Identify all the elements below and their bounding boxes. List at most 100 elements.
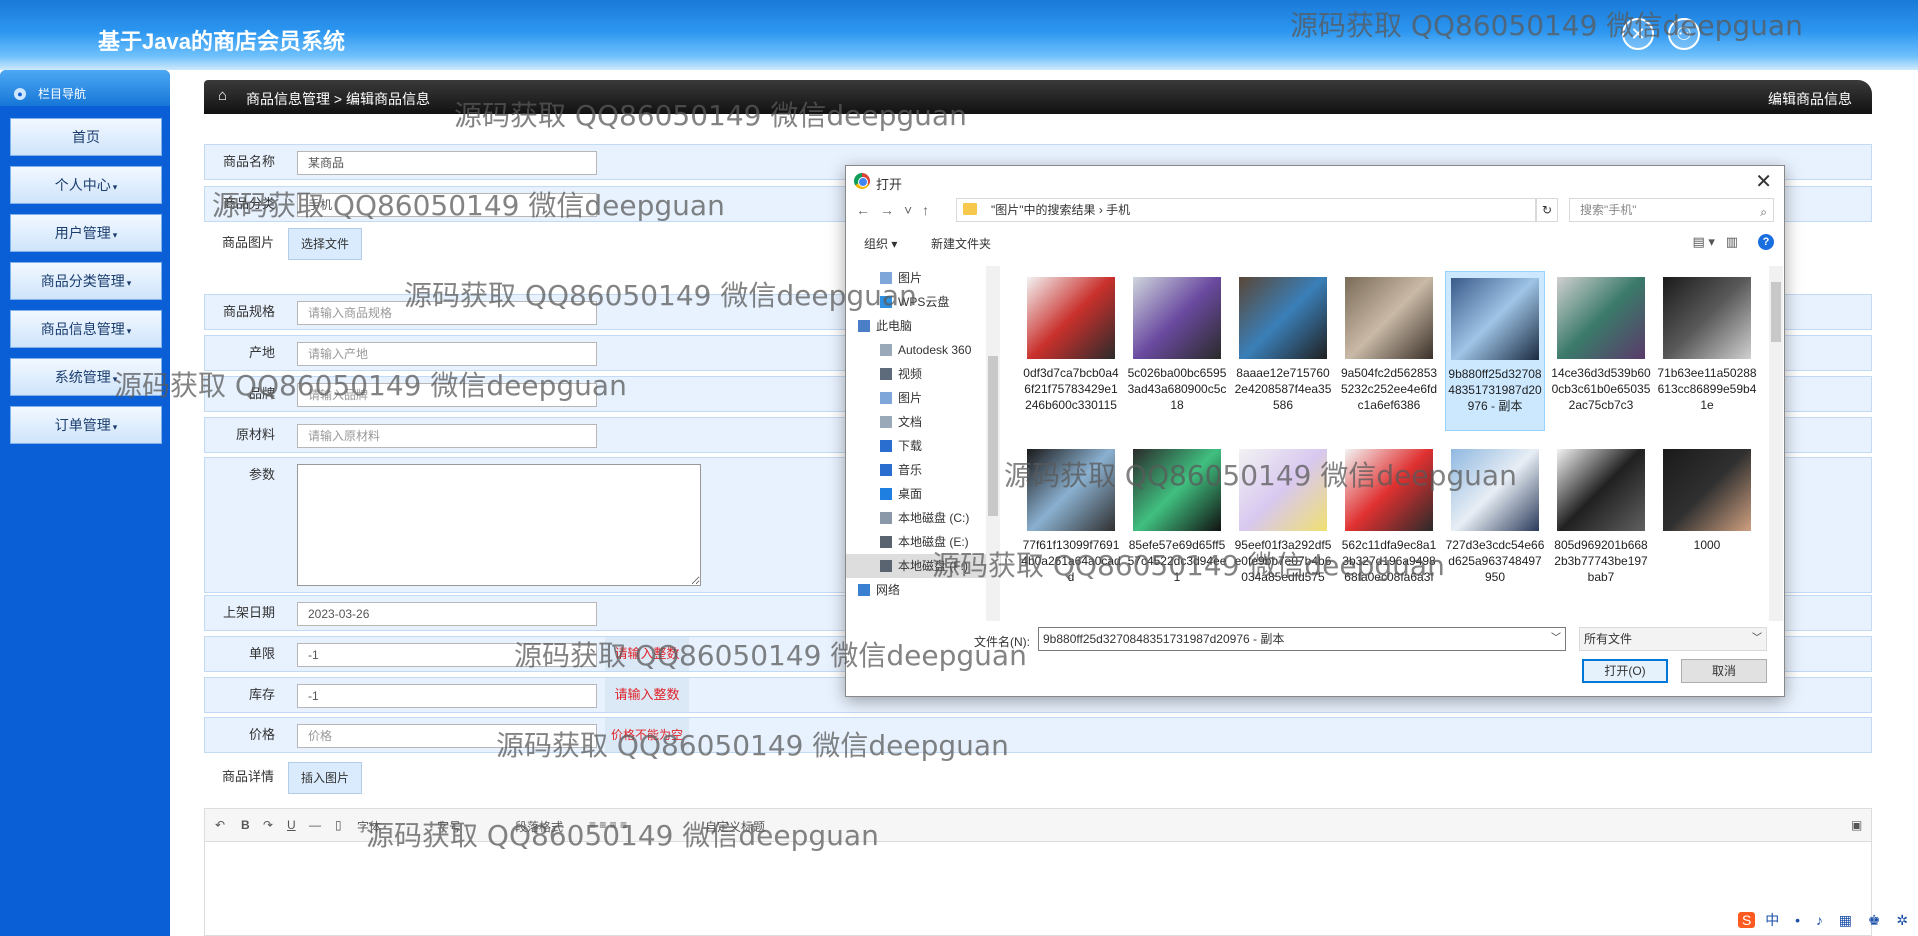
file-thumbnail[interactable]: 562c11dfa9ec8a13b327d196a949868fa0ec08fa… [1339, 443, 1439, 603]
tree-item[interactable]: 文档 [846, 410, 1001, 434]
tree-item[interactable]: 本地磁盘 (E:) [846, 530, 1001, 554]
tree-scrollbar[interactable] [986, 266, 1000, 621]
form-row-price: 价格 价格 价格不能为空 [204, 717, 1872, 753]
undo-icon[interactable]: ↶ [215, 818, 225, 832]
file-thumbnail[interactable]: 727d3e3cdc54e66d625a963748497950 [1445, 443, 1545, 603]
limit-warning: 请输入整数 [605, 637, 689, 671]
file-thumbnail[interactable]: 85efe57e69d65ff557c4522dc3d94ee1 [1127, 443, 1227, 603]
folder-icon [880, 512, 892, 524]
origin-input[interactable]: 请输入产地 [297, 342, 597, 366]
tree-item[interactable]: 视频 [846, 362, 1001, 386]
refresh-icon[interactable]: ↻ [1536, 198, 1558, 222]
file-thumbnail[interactable]: 5c026ba00bc65953ad43a680900c5c18 [1127, 271, 1227, 431]
caret-down-icon: ▾ [126, 326, 132, 336]
sidebar-item-home[interactable]: 首页 [10, 118, 162, 156]
nav-arrows-icon[interactable]: ←→˅↑ [856, 202, 939, 218]
file-thumbnail[interactable]: 805d969201b6682b3b77743be197bab7 [1551, 443, 1651, 603]
file-thumbnail[interactable]: 14ce36d3d539b600cb3c61b0e650352ac75cb7c3 [1551, 271, 1651, 431]
font-select[interactable]: 字体 [357, 818, 381, 835]
file-thumbnail[interactable]: 71b63ee11a50288613cc86899e59b41e [1657, 271, 1757, 431]
font-size-select[interactable]: 字号 [437, 818, 461, 835]
cancel-button[interactable]: 取消 [1681, 659, 1767, 683]
file-name: 562c11dfa9ec8a13b327d196a949868fa0ec08fa… [1341, 538, 1437, 584]
material-label: 原材料 [235, 427, 275, 442]
file-thumbnail[interactable]: 77f61f13099f76914b0a261a64a0cadd [1021, 443, 1121, 603]
editor-content[interactable] [204, 842, 1872, 936]
filename-input[interactable]: 9b880ff25d3270848351731987d20976 - 副本 ﹀ [1038, 627, 1566, 651]
align-icons[interactable]: ≡ ≡ ≡ ≡ [589, 818, 627, 832]
tree-item[interactable]: 图片 [846, 266, 1001, 290]
sidebar-item-category-management[interactable]: 商品分类管理 ▾ [10, 262, 162, 300]
sidebar-item-system-management[interactable]: 系统管理 ▾ [10, 358, 162, 396]
tree-item[interactable]: 本地磁盘 (F:) [846, 554, 1001, 578]
sidebar-item-personal-center[interactable]: 个人中心 ▾ [10, 166, 162, 204]
view-options-icon[interactable]: ▤ ▾ ▥ [1692, 234, 1738, 250]
file-name: 85efe57e69d65ff557c4522dc3d94ee1 [1127, 538, 1227, 584]
sidebar-item-product-management[interactable]: 商品信息管理 ▾ [10, 310, 162, 348]
stock-warning: 请输入整数 [605, 678, 689, 712]
file-thumbnail[interactable]: 95eef01f3a292df5e0fe9bb7e07b4b6034a85edf… [1233, 443, 1333, 603]
tree-item[interactable]: 本地磁盘 (C:) [846, 506, 1001, 530]
address-bar[interactable]: "图片"中的搜索结果 › 手机 [956, 198, 1536, 222]
chevron-down-icon[interactable]: ﹀ [1551, 628, 1561, 650]
user-icon[interactable]: ⚇ [1668, 18, 1700, 50]
doc-icon[interactable]: ▯ [335, 818, 342, 832]
filetype-select[interactable]: 所有文件 ﹀ [1579, 627, 1767, 651]
file-name: 0df3d7ca7bcb0a46f21f75783429e1246b600c33… [1023, 366, 1119, 412]
insert-image-button[interactable]: 插入图片 [288, 762, 362, 794]
choose-file-button[interactable]: 选择文件 [288, 228, 362, 260]
horizontal-rule-icon[interactable]: — [309, 818, 321, 832]
limit-input[interactable]: -1 [297, 643, 597, 667]
close-icon[interactable]: ✕ [1622, 18, 1654, 50]
category-input[interactable]: 手机 [297, 193, 597, 217]
chrome-icon [854, 173, 870, 189]
material-input[interactable]: 请输入原材料 [297, 424, 597, 448]
folder-icon [880, 488, 892, 500]
ime-toolbar[interactable]: S 中 • ♪ ▦ ♚ ✲ [1738, 910, 1914, 930]
file-thumbnail[interactable]: 9a504fc2d5628535232c252ee4e6fdc1a6ef6386 [1339, 271, 1439, 431]
bold-icon[interactable]: B [241, 818, 250, 832]
grid-scrollbar[interactable] [1769, 266, 1783, 621]
image-preview [1133, 277, 1221, 359]
tree-item[interactable]: 图片 [846, 386, 1001, 410]
tree-item[interactable]: Autodesk 360 [846, 338, 1001, 362]
tree-item[interactable]: WPS云盘 [846, 290, 1001, 314]
paragraph-select[interactable]: 段落格式 [515, 818, 563, 835]
tree-item[interactable]: 音乐 [846, 458, 1001, 482]
price-input[interactable]: 价格 [297, 724, 597, 748]
file-name: 8aaae12e7157602e4208587f4ea35586 [1234, 366, 1332, 412]
sidebar-item-order-management[interactable]: 订单管理 ▾ [10, 406, 162, 444]
new-folder-button[interactable]: 新建文件夹 [931, 235, 991, 252]
brand-input[interactable]: 请输入品牌 [297, 383, 597, 407]
dialog-close-icon[interactable]: ✕ [1755, 169, 1772, 194]
tree-item[interactable]: 桌面 [846, 482, 1001, 506]
file-thumbnail[interactable]: 0df3d7ca7bcb0a46f21f75783429e1246b600c33… [1021, 271, 1121, 431]
tree-item[interactable]: 下载 [846, 434, 1001, 458]
file-thumbnail[interactable]: 1000 [1657, 443, 1757, 603]
custom-title-select[interactable]: 自定义标题 [705, 818, 765, 835]
dialog-toolbar: 组织 ▾ 新建文件夹 ▤ ▾ ▥ ? [846, 226, 1784, 258]
dialog-search-input[interactable]: 搜索"手机" ⌕ [1569, 198, 1774, 222]
open-button[interactable]: 打开(O) [1582, 659, 1668, 683]
filename-label: 文件名(N): [974, 635, 1030, 649]
tree-item[interactable]: 网络 [846, 578, 1001, 602]
date-input[interactable]: 2023-03-26 [297, 602, 597, 626]
organize-button[interactable]: 组织 ▾ [864, 235, 897, 252]
stock-label: 库存 [248, 687, 275, 702]
price-label: 价格 [248, 727, 275, 742]
app-header: 基于Java的商店会员系统 ✕ ⚇ [0, 0, 1918, 70]
file-thumbnail[interactable]: 8aaae12e7157602e4208587f4ea35586 [1233, 271, 1333, 431]
home-icon[interactable]: ⌂ [218, 87, 227, 104]
redo-icon[interactable]: ↷ [263, 818, 273, 832]
params-textarea[interactable] [297, 464, 701, 586]
stock-input[interactable]: -1 [297, 684, 597, 708]
detail-label: 商品详情 [221, 769, 274, 784]
spec-input[interactable]: 请输入商品规格 [297, 301, 597, 325]
underline-icon[interactable]: U [287, 818, 296, 832]
sidebar-item-user-management[interactable]: 用户管理 ▾ [10, 214, 162, 252]
tree-item[interactable]: 此电脑 [846, 314, 1001, 338]
source-icon[interactable]: ▣ [1851, 818, 1862, 832]
help-icon[interactable]: ? [1758, 234, 1774, 250]
file-thumbnail[interactable]: 9b880ff25d3270848351731987d20976 - 副本 [1445, 271, 1545, 431]
name-input[interactable]: 某商品 [297, 151, 597, 175]
